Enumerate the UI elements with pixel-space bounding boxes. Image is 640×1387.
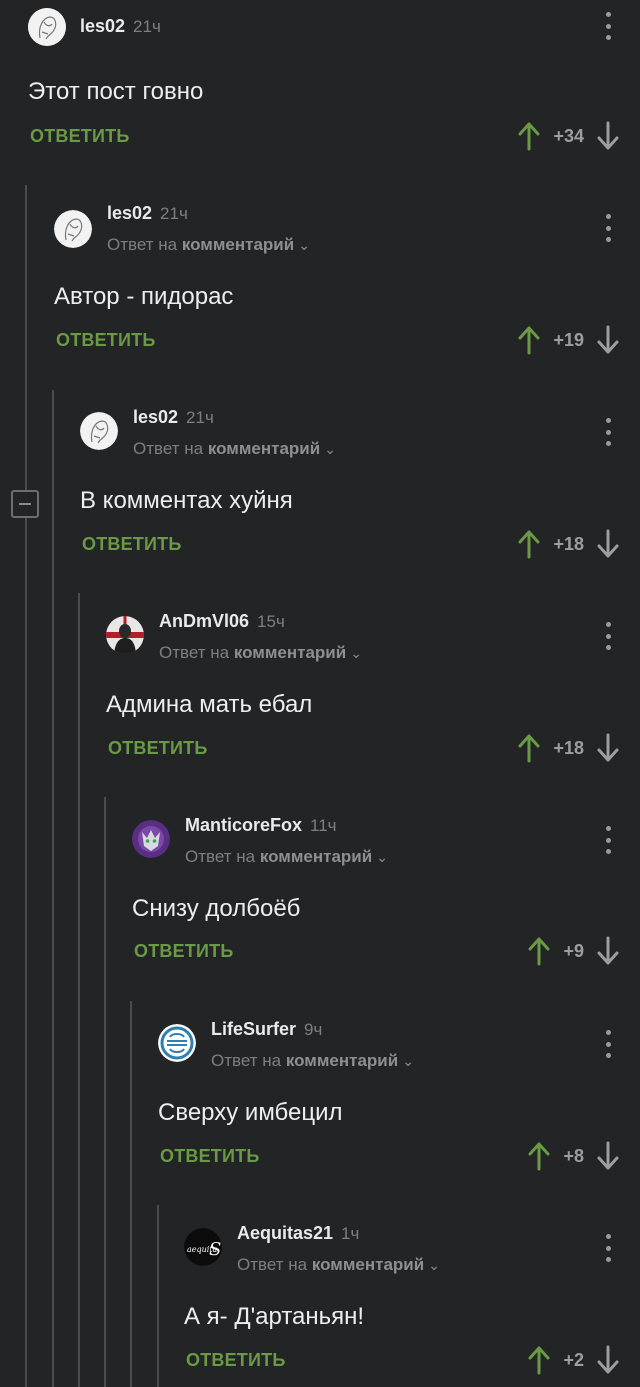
score: +2 — [563, 1349, 584, 1370]
username[interactable]: LifeSurfer 9ч — [211, 1019, 322, 1040]
downvote-arrow-icon[interactable] — [596, 733, 620, 763]
reply-to-link[interactable]: Ответ на комментарий ⌄ — [133, 439, 336, 459]
reply-to-link[interactable]: Ответ на комментарий ⌄ — [107, 235, 310, 255]
chevron-down-icon: ⌄ — [350, 645, 362, 661]
vote-control: +19 — [517, 325, 620, 355]
svg-text:S: S — [209, 1239, 221, 1260]
avatar[interactable] — [158, 1024, 196, 1062]
vote-control: +18 — [517, 733, 620, 763]
more-options-icon[interactable] — [602, 1030, 614, 1058]
downvote-arrow-icon[interactable] — [596, 1345, 620, 1375]
avatar[interactable] — [80, 412, 118, 450]
chevron-down-icon: ⌄ — [428, 1257, 440, 1273]
comment-text: А я- Д'артаньян! — [184, 1303, 365, 1330]
reply-to-link[interactable]: Ответ на комментарий ⌄ — [159, 643, 362, 663]
timestamp: 15ч — [257, 612, 285, 631]
vote-control: +9 — [527, 936, 620, 966]
reply-button[interactable]: ОТВЕТИТЬ — [56, 330, 155, 351]
comment-text: Сверху имбецил — [158, 1099, 343, 1126]
avatar[interactable] — [54, 210, 92, 248]
timestamp: 1ч — [341, 1224, 360, 1243]
reply-button[interactable]: ОТВЕТИТЬ — [134, 941, 233, 962]
vote-control: +34 — [517, 121, 620, 151]
comment: les02 21ч Ответ на комментарий ⌄ В коммент… — [0, 398, 640, 602]
username[interactable]: AnDmVl06 15ч — [159, 611, 285, 632]
reply-button[interactable]: ОТВЕТИТЬ — [82, 534, 181, 555]
chevron-down-icon: ⌄ — [298, 237, 310, 253]
upvote-arrow-icon[interactable] — [527, 1141, 551, 1171]
upvote-arrow-icon[interactable] — [527, 1345, 551, 1375]
comment: AnDmVl06 15ч Ответ на комментарий ⌄ Админа… — [0, 602, 640, 806]
timestamp: 21ч — [160, 204, 188, 223]
more-options-icon[interactable] — [602, 1234, 614, 1262]
score: +18 — [553, 533, 584, 554]
comment: les02 21ч Ответ на комментарий ⌄ Автор - п… — [0, 194, 640, 398]
username[interactable]: ManticoreFox 11ч — [185, 815, 337, 836]
comment-text: Снизу долбоёб — [132, 895, 301, 922]
reply-to-link[interactable]: Ответ на комментарий ⌄ — [237, 1255, 440, 1275]
upvote-arrow-icon[interactable] — [527, 936, 551, 966]
sketch-avatar-icon — [80, 412, 118, 450]
username[interactable]: les02 21ч — [107, 203, 188, 224]
upvote-arrow-icon[interactable] — [517, 121, 541, 151]
sketch-avatar-icon — [54, 210, 92, 248]
avatar[interactable] — [28, 8, 66, 46]
reply-button[interactable]: ОТВЕТИТЬ — [108, 738, 207, 759]
downvote-arrow-icon[interactable] — [596, 529, 620, 559]
comment-text: Этот пост говно — [28, 78, 204, 105]
figure-avatar-icon — [106, 616, 144, 654]
upvote-arrow-icon[interactable] — [517, 325, 541, 355]
reply-button[interactable]: ОТВЕТИТЬ — [160, 1146, 259, 1167]
score: +34 — [553, 125, 584, 146]
timestamp: 21ч — [186, 408, 214, 427]
comment: les02 21ч Этот пост говно ОТВЕТИТЬ +34 — [0, 0, 640, 185]
downvote-arrow-icon[interactable] — [596, 936, 620, 966]
more-options-icon[interactable] — [602, 622, 614, 650]
upvote-arrow-icon[interactable] — [517, 529, 541, 559]
reply-to-link[interactable]: Ответ на комментарий ⌄ — [211, 1051, 414, 1071]
score: +19 — [553, 329, 584, 350]
score: +8 — [563, 1145, 584, 1166]
vote-control: +18 — [517, 529, 620, 559]
avatar[interactable]: aequita S — [184, 1228, 222, 1266]
more-options-icon[interactable] — [602, 214, 614, 242]
logo-avatar-icon: aequita S — [184, 1228, 222, 1266]
downvote-arrow-icon[interactable] — [596, 1141, 620, 1171]
reply-to-link[interactable]: Ответ на комментарий ⌄ — [185, 847, 388, 867]
downvote-arrow-icon[interactable] — [596, 121, 620, 151]
comment-text: В комментах хуйня — [80, 487, 293, 514]
reply-button[interactable]: ОТВЕТИТЬ — [30, 126, 129, 147]
emblem-avatar-icon — [158, 1024, 196, 1062]
comment: ManticoreFox 11ч Ответ на комментарий ⌄ Сн… — [0, 806, 640, 1010]
chevron-down-icon: ⌄ — [324, 441, 336, 457]
comment-text: Автор - пидорас — [54, 283, 234, 310]
score: +18 — [553, 737, 584, 758]
score: +9 — [563, 940, 584, 961]
username[interactable]: les02 21ч — [80, 16, 161, 37]
upvote-arrow-icon[interactable] — [517, 733, 541, 763]
more-options-icon[interactable] — [602, 418, 614, 446]
comment-text: Админа мать ебал — [106, 691, 313, 718]
reply-button[interactable]: ОТВЕТИТЬ — [186, 1350, 285, 1371]
username[interactable]: Aequitas21 1ч — [237, 1223, 359, 1244]
timestamp: 11ч — [310, 816, 337, 835]
timestamp: 9ч — [304, 1020, 323, 1039]
avatar[interactable] — [106, 616, 144, 654]
sketch-avatar-icon — [28, 8, 66, 46]
username[interactable]: les02 21ч — [133, 407, 214, 428]
vote-control: +8 — [527, 1141, 620, 1171]
more-options-icon[interactable] — [602, 12, 614, 40]
comment: aequita S Aequitas21 1ч Ответ на коммента… — [0, 1214, 640, 1387]
chevron-down-icon: ⌄ — [376, 849, 388, 865]
avatar[interactable] — [132, 820, 170, 858]
comment: LifeSurfer 9ч Ответ на комментарий ⌄ Сверх… — [0, 1010, 640, 1214]
downvote-arrow-icon[interactable] — [596, 325, 620, 355]
chevron-down-icon: ⌄ — [402, 1053, 414, 1069]
timestamp: 21ч — [133, 17, 161, 36]
more-options-icon[interactable] — [602, 826, 614, 854]
fox-avatar-icon — [132, 820, 170, 858]
vote-control: +2 — [527, 1345, 620, 1375]
